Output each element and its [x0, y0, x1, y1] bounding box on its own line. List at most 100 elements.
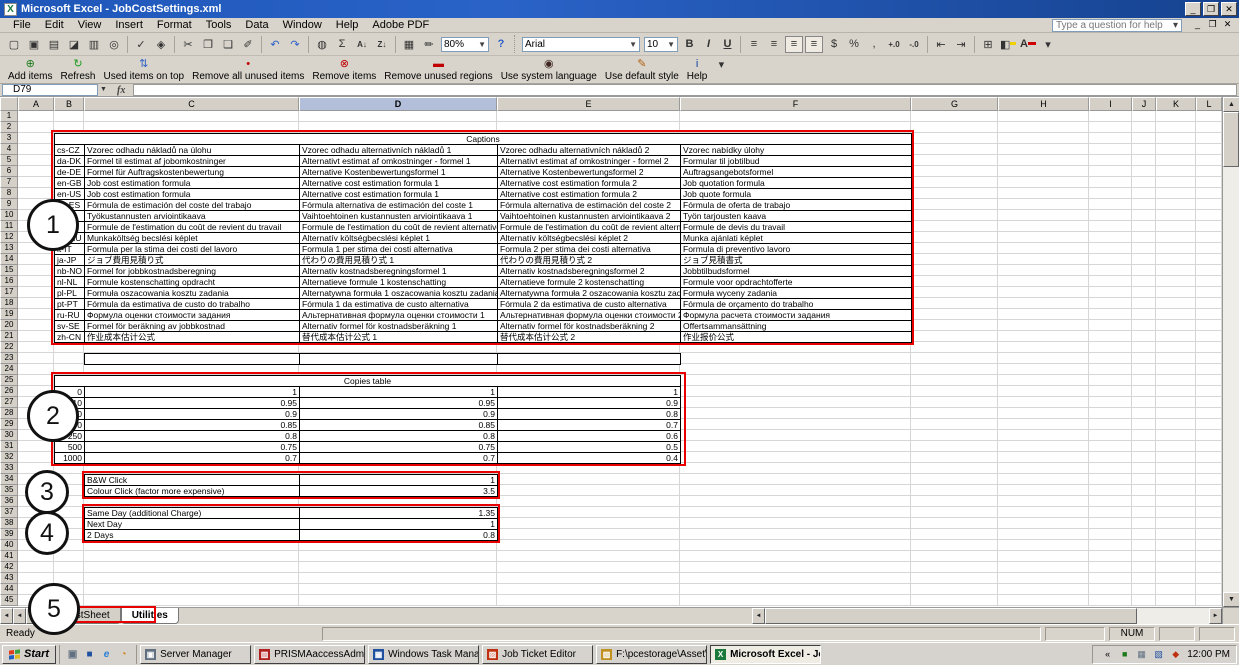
cell[interactable]: ジョブ見積書式 [681, 255, 912, 266]
increase-decimal-icon[interactable]: +.0 [885, 36, 903, 53]
custom-button-remove-items[interactable]: ⊗Remove items [308, 57, 380, 83]
row-header-31[interactable]: 31 [0, 441, 18, 452]
column-header-K[interactable]: K [1156, 97, 1196, 111]
sheet-tab-utilities[interactable]: Utilities [121, 608, 179, 624]
cell[interactable]: Vzorec odhadu alternativních nákladů 1 [300, 145, 498, 156]
bold-icon[interactable]: B [681, 36, 698, 53]
cell[interactable]: 作业报价公式 [681, 332, 912, 343]
outlook-icon[interactable]: ◔ [116, 647, 131, 662]
custom-button-use-default-style[interactable]: ✎Use default style [601, 57, 683, 83]
restore-button[interactable]: ❐ [1203, 2, 1219, 16]
cell[interactable]: Formular til jobtilbud [681, 156, 912, 167]
cell[interactable]: Munkaköltség becslési képlet [85, 233, 300, 244]
row-header-11[interactable]: 11 [0, 221, 18, 232]
cut-icon[interactable]: ✂ [179, 36, 197, 53]
cell[interactable]: Vzorec odhadu nákladů na úlohu [85, 145, 300, 156]
column-header-L[interactable]: L [1196, 97, 1222, 111]
drawing-icon[interactable]: ✏ [420, 36, 438, 53]
decrease-indent-icon[interactable]: ⇤ [932, 36, 950, 53]
task-button[interactable]: XMicrosoft Excel - JobC... [710, 645, 821, 664]
prev-sheet-icon[interactable]: ◄ [13, 608, 26, 624]
format-painter-icon[interactable]: ✐ [239, 36, 257, 53]
cell[interactable]: Vzorec odhadu alternativních nákladů 2 [498, 145, 681, 156]
row-header-33[interactable]: 33 [0, 463, 18, 474]
cell[interactable]: Fórmula 2 da estimativa de custo alterna… [498, 299, 681, 310]
cell[interactable]: 1000 [55, 453, 85, 464]
cell[interactable]: Alternatív költségbecslési képlet 2 [498, 233, 681, 244]
toolbar-options-icon[interactable]: ▾ [712, 56, 730, 73]
row-header-16[interactable]: 16 [0, 276, 18, 287]
cell[interactable]: Formula per la stima dei costi del lavor… [85, 244, 300, 255]
row-header-27[interactable]: 27 [0, 397, 18, 408]
cell[interactable]: 3.5 [300, 486, 498, 497]
cell[interactable]: Job cost estimation formula [85, 189, 300, 200]
column-header-D[interactable]: D [299, 97, 497, 111]
cell[interactable]: 0.9 [300, 409, 498, 420]
help-icon[interactable]: ? [492, 36, 510, 53]
align-center-icon[interactable]: ≡ [765, 36, 783, 53]
cell[interactable]: en-US [55, 189, 85, 200]
cell[interactable]: 0.7 [498, 420, 681, 431]
cell[interactable]: 0.9 [85, 409, 300, 420]
scroll-right-icon[interactable]: ► [1209, 608, 1222, 624]
cell[interactable]: 0.8 [85, 431, 300, 442]
cell[interactable]: 0.7 [300, 453, 498, 464]
cell[interactable]: Formel for jobbkostnadsberegning [85, 266, 300, 277]
cell[interactable]: Alternatywna formuła 2 oszacowania koszt… [498, 288, 681, 299]
cell[interactable]: 替代成本估计公式 2 [498, 332, 681, 343]
row-header-5[interactable]: 5 [0, 155, 18, 166]
cells-area[interactable]: Captionscs-CZVzorec odhadu nákladů na úl… [18, 111, 1222, 606]
menu-file[interactable]: File [6, 18, 38, 32]
cell[interactable]: Fórmula da estimativa de custo do trabal… [85, 299, 300, 310]
menu-edit[interactable]: Edit [38, 18, 71, 32]
cell[interactable]: 2 Days [85, 530, 300, 541]
cell[interactable]: Alternativt estimat af omkostninger - fo… [498, 156, 681, 167]
cell[interactable]: Formuła wyceny zadania [681, 288, 912, 299]
cell[interactable]: Alternative Kostenbewertungsformel 1 [300, 167, 498, 178]
cell[interactable]: Alternatieve formule 1 kostenschatting [300, 277, 498, 288]
cell[interactable]: Formule de l'estimation du coût de revie… [498, 222, 681, 233]
align-left-icon[interactable]: ≡ [745, 36, 763, 53]
cell[interactable]: Formuła oszacowania kosztu zadania [85, 288, 300, 299]
menu-help[interactable]: Help [329, 18, 366, 32]
cell[interactable]: Alternatív költségbecslési képlet 1 [300, 233, 498, 244]
cell[interactable]: Formule de l'estimation du coût de revie… [300, 222, 498, 233]
copies-table-title[interactable]: Copies table [55, 376, 681, 387]
cell[interactable]: Fórmula alternativa de estimación del co… [300, 200, 498, 211]
sort-descending-icon[interactable]: Z↓ [373, 36, 391, 53]
vertical-scroll-thumb[interactable] [1223, 112, 1239, 167]
chart-wizard-icon[interactable]: ▦ [400, 36, 418, 53]
cell[interactable] [85, 354, 300, 365]
merge-center-icon[interactable]: ≡ [805, 36, 823, 53]
menu-data[interactable]: Data [238, 18, 275, 32]
row-header-32[interactable]: 32 [0, 452, 18, 463]
cell[interactable]: Formula 2 per stima dei costi alternativ… [498, 244, 681, 255]
cell[interactable]: Formel für Auftragskostenbewertung [85, 167, 300, 178]
cell[interactable]: Vzorec nabídky úlohy [681, 145, 912, 156]
cell[interactable]: 0.7 [85, 453, 300, 464]
cell[interactable]: Alternative Kostenbewertungsformel 2 [498, 167, 681, 178]
show-desktop-icon[interactable]: ▣ [65, 647, 80, 662]
insert-function-icon[interactable]: fx [109, 85, 133, 96]
cell[interactable]: 1 [498, 387, 681, 398]
cell[interactable]: Альтернативная формула оценки стоимости … [498, 310, 681, 321]
cell[interactable]: 0.85 [85, 420, 300, 431]
row-header-29[interactable]: 29 [0, 419, 18, 430]
cell[interactable]: ru-RU [55, 310, 85, 321]
row-header-6[interactable]: 6 [0, 166, 18, 177]
font-color-icon[interactable]: A [1019, 36, 1037, 53]
cell[interactable]: nl-NL [55, 277, 85, 288]
name-box-dropdown-icon[interactable]: ▼ [98, 84, 109, 96]
row-header-1[interactable]: 1 [0, 111, 18, 122]
cell[interactable]: 0.85 [300, 420, 498, 431]
cell[interactable]: pl-PL [55, 288, 85, 299]
row-header-23[interactable]: 23 [0, 353, 18, 364]
cell[interactable]: 0.4 [498, 453, 681, 464]
align-right-icon[interactable]: ≡ [785, 36, 803, 53]
first-sheet-icon[interactable]: ◄ [0, 608, 13, 624]
cell[interactable]: Formel til estimat af jobomkostninger [85, 156, 300, 167]
currency-icon[interactable]: $ [825, 36, 843, 53]
research-icon[interactable]: ◈ [152, 36, 170, 53]
undo-icon[interactable]: ↶ [266, 36, 284, 53]
toolbar-options-icon[interactable]: ▾ [1039, 36, 1057, 53]
